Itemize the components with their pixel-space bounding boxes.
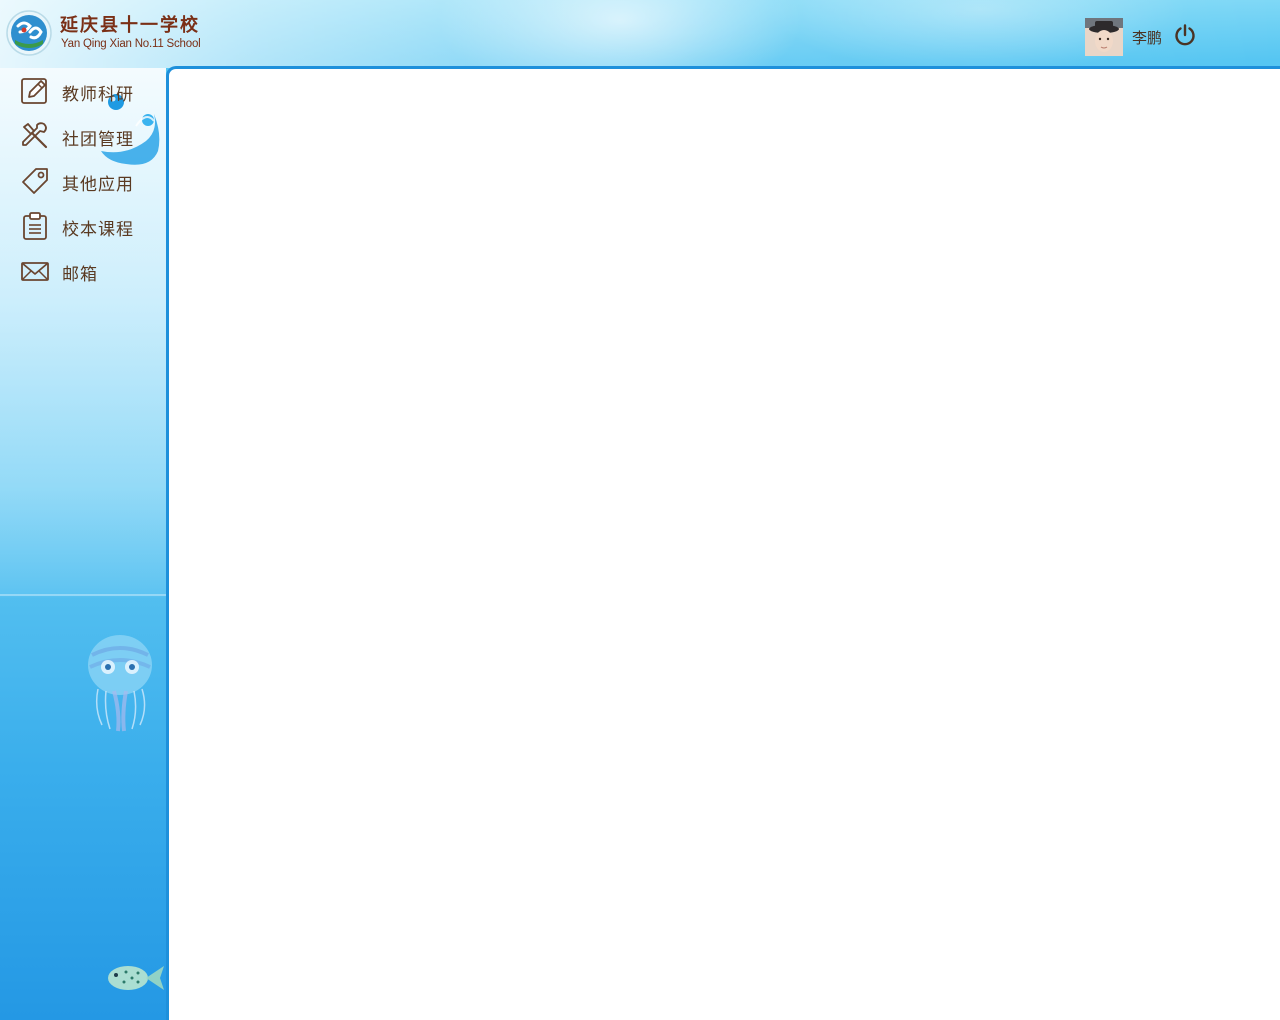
clipboard-icon <box>23 212 47 240</box>
power-icon[interactable] <box>1173 23 1197 47</box>
main-content-panel <box>166 66 1280 1020</box>
app-window: 延庆县十一学校 Yan Qing Xian No.11 School 李鹏 教师… <box>0 0 1280 1020</box>
avatar-image-icon <box>1085 18 1123 56</box>
envelope-icon <box>21 262 49 281</box>
sidebar-item-label: 教师科研 <box>62 85 134 105</box>
sidebar-item-courses[interactable]: 校本课程 <box>20 209 160 243</box>
avatar[interactable] <box>1085 18 1123 56</box>
sidebar-divider <box>0 594 166 596</box>
sidebar-item-clubs[interactable]: 社团管理 <box>20 119 160 153</box>
jellyfish-icon <box>88 635 152 732</box>
sidebar-item-label: 社团管理 <box>62 130 134 150</box>
tag-icon <box>22 168 48 194</box>
sidebar-item-label: 邮箱 <box>62 265 98 285</box>
sidebar-item-mail[interactable]: 邮箱 <box>20 254 160 288</box>
fish-icon <box>108 966 164 990</box>
user-name[interactable]: 李鹏 <box>1132 27 1162 48</box>
school-name-english: Yan Qing Xian No.11 School <box>61 38 201 50</box>
school-logo-icon <box>6 10 52 56</box>
sidebar: 教师科研 社团管理 其他应用 校本课程 邮箱 <box>0 68 166 1020</box>
school-name: 延庆县十一学校 <box>60 15 200 36</box>
pencil-square-icon <box>21 78 47 104</box>
header: 延庆县十一学校 Yan Qing Xian No.11 School 李鹏 <box>0 0 1280 68</box>
tools-icon <box>22 122 48 149</box>
sidebar-item-other-apps[interactable]: 其他应用 <box>20 164 160 198</box>
sidebar-item-label: 其他应用 <box>62 175 134 195</box>
sidebar-item-label: 校本课程 <box>62 220 134 240</box>
sidebar-item-research[interactable]: 教师科研 <box>20 74 160 108</box>
